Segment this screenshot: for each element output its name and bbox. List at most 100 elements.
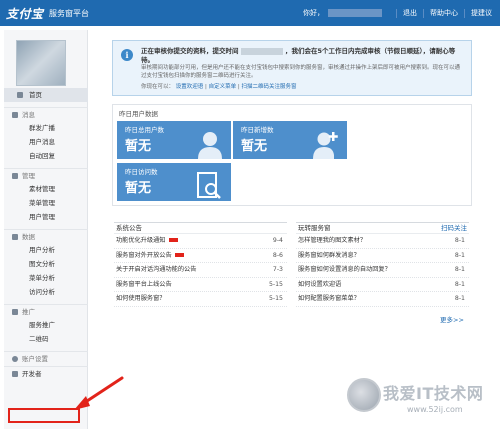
divider xyxy=(464,8,465,18)
submit-time-redacted xyxy=(240,47,283,55)
tip-date: 8-1 xyxy=(454,266,465,274)
scan-follow-link[interactable]: 扫码关注 xyxy=(441,223,467,234)
sidebar-item-menu-analysis[interactable]: 菜单分析 xyxy=(4,271,88,285)
sidebar-item-label: 服务推广 xyxy=(29,321,55,329)
notice-text: 你现在可以： xyxy=(141,84,175,90)
developer-icon xyxy=(12,371,18,377)
sidebar-item-auto-reply[interactable]: 自动回复 xyxy=(4,149,88,163)
sidebar-item-label: 账户设置 xyxy=(22,355,48,363)
list-item[interactable]: 服务窗如何群发消息？ 8-1 xyxy=(296,249,469,264)
sidebar-item-label: 用户消息 xyxy=(29,138,55,146)
sidebar-item-label: 用户管理 xyxy=(29,213,55,221)
sidebar-group-messages: 消息 xyxy=(4,107,88,121)
username-redacted xyxy=(328,9,382,17)
alipay-logo[interactable]: 支付宝 xyxy=(6,5,44,22)
list-item[interactable]: 功能优化升级通知 9-4 xyxy=(114,234,287,249)
tip-title: 怎样管理我的图文素材？ xyxy=(298,237,367,244)
tip-date: 8-1 xyxy=(454,280,465,288)
announcement-title: 关于开启对话沟通功能的公告 xyxy=(116,266,197,274)
sidebar-item-label: 素材管理 xyxy=(29,185,55,193)
watermark-logo-icon xyxy=(347,378,381,412)
stat-label: 昨日总用户数 xyxy=(125,126,164,134)
greeting: 你好， xyxy=(303,9,324,17)
feedback-link[interactable]: 提建议 xyxy=(471,8,492,18)
announcement-title: 服务窗对外开放公告 xyxy=(116,251,172,259)
announcement-title: 如何使用服务窗？ xyxy=(116,295,166,303)
sidebar-item-user-messages[interactable]: 用户消息 xyxy=(4,135,88,149)
section-title: 系统公告 xyxy=(116,224,142,232)
set-welcome-link[interactable]: 设置欢迎语 xyxy=(176,84,204,90)
sidebar-item-menu-manage[interactable]: 菜单管理 xyxy=(4,196,88,210)
announcement-title: 功能优化升级通知 xyxy=(116,237,166,244)
sidebar-item-qrcode[interactable]: 二维码 xyxy=(4,332,88,346)
tip-date: 8-1 xyxy=(454,251,465,259)
list-item[interactable]: 关于开启对话沟通功能的公告 7-3 xyxy=(114,263,287,278)
list-item[interactable]: 如何设置欢迎语 8-1 xyxy=(296,278,469,293)
tip-title: 服务窗如何设置消息的自动回复？ xyxy=(298,266,391,274)
sidebar-item-home[interactable]: 首页 xyxy=(4,88,88,102)
list-item[interactable]: 如何配置服务窗菜单？ 8-1 xyxy=(296,292,469,307)
announcement-date: 9-4 xyxy=(272,237,283,244)
sidebar-item-user-manage[interactable]: 用户管理 xyxy=(4,210,88,224)
watermark-text: 我爱IT技术网 xyxy=(383,384,484,403)
section-title: 玩转服务窗 xyxy=(298,224,331,232)
list-item[interactable]: 服务窗对外开放公告 8-6 xyxy=(114,249,287,264)
sidebar-item-account-settings[interactable]: 账户设置 xyxy=(4,351,88,365)
watermark-url: www.52ij.com xyxy=(407,405,463,414)
announcement-date: 5-15 xyxy=(268,280,283,288)
promote-icon xyxy=(12,309,18,315)
new-badge xyxy=(168,238,178,242)
stat-label: 昨日新增数 xyxy=(241,126,274,134)
list-item[interactable]: 如何使用服务窗？ 5-15 xyxy=(114,292,287,307)
site-watermark: 我爱IT技术网 www.52ij.com xyxy=(347,378,495,422)
sidebar-item-label: 菜单管理 xyxy=(29,199,55,207)
announcement-date: 7-3 xyxy=(272,266,283,274)
sidebar-group-label: 消息 xyxy=(22,111,35,119)
info-icon: i xyxy=(121,49,133,61)
tip-title: 如何配置服务窗菜单？ xyxy=(298,295,360,303)
more-link[interactable]: 更多>> xyxy=(440,314,464,324)
sidebar-group-promote: 推广 xyxy=(4,304,88,318)
help-center-link[interactable]: 帮助中心 xyxy=(430,8,458,18)
sidebar-nav: 首页 消息 群发广播 用户消息 自动回复 管理 素材管理 菜单管理 用户管理 数… xyxy=(4,88,88,380)
sidebar-item-user-analysis[interactable]: 用户分析 xyxy=(4,243,88,257)
avatar[interactable] xyxy=(16,40,66,86)
notice-headline: 正在审核你提交的资料，提交时间 ，我们会在5个工作日内完成审核（节假日顺延），请… xyxy=(141,47,461,65)
scan-qrcode-link[interactable]: 扫描二维码关注服务窗 xyxy=(242,84,297,90)
sidebar-item-broadcast[interactable]: 群发广播 xyxy=(4,121,88,135)
sidebar-item-label: 访问分析 xyxy=(29,288,55,296)
platform-title: 服务窗平台 xyxy=(49,9,89,18)
sidebar-item-label: 首页 xyxy=(29,91,42,99)
sidebar-item-service-promote[interactable]: 服务推广 xyxy=(4,318,88,332)
sidebar-group-manage: 管理 xyxy=(4,168,88,182)
stat-total-users: 昨日总用户数 暂无 xyxy=(117,121,231,159)
sidebar-item-materials[interactable]: 素材管理 xyxy=(4,182,88,196)
tip-title: 服务窗如何群发消息？ xyxy=(298,251,360,259)
stat-value: 暂无 xyxy=(125,181,152,196)
review-notice: i 正在审核你提交的资料，提交时间 ，我们会在5个工作日内完成审核（节假日顺延）… xyxy=(112,40,472,96)
announcement-date: 8-6 xyxy=(272,251,283,259)
sidebar-item-developer[interactable]: 开发者 xyxy=(4,366,88,380)
sidebar-item-visit-analysis[interactable]: 访问分析 xyxy=(4,285,88,299)
custom-menu-link[interactable]: 自定义菜单 xyxy=(209,84,237,90)
sidebar-group-label: 数据 xyxy=(22,233,35,241)
list-item[interactable]: 服务窗平台上线公告 5-15 xyxy=(114,278,287,293)
tips-header: 玩转服务窗 扫码关注 xyxy=(296,222,469,234)
divider xyxy=(423,8,424,18)
tip-date: 8-1 xyxy=(454,237,465,244)
service-tips: 玩转服务窗 扫码关注 怎样管理我的图文素材？ 8-1 服务窗如何群发消息？ 8-… xyxy=(296,222,469,307)
sidebar-item-label: 自动回复 xyxy=(29,152,55,160)
list-item[interactable]: 服务窗如何设置消息的自动回复？ 8-1 xyxy=(296,263,469,278)
user-icon xyxy=(198,132,222,159)
list-item[interactable]: 怎样管理我的图文素材？ 8-1 xyxy=(296,234,469,249)
sidebar-item-article-analysis[interactable]: 图文分析 xyxy=(4,257,88,271)
new-badge xyxy=(174,252,184,257)
developer-highlight-box xyxy=(8,408,80,423)
sidebar-item-label: 用户分析 xyxy=(29,246,55,254)
sidebar: 首页 消息 群发广播 用户消息 自动回复 管理 素材管理 菜单管理 用户管理 数… xyxy=(4,30,88,429)
top-bar: 支付宝 服务窗平台 你好， 退出 帮助中心 提建议 xyxy=(0,0,500,26)
sidebar-item-label: 开发者 xyxy=(22,370,42,378)
logout-link[interactable]: 退出 xyxy=(403,8,417,18)
system-announcements: 系统公告 功能优化升级通知 9-4 服务窗对外开放公告 8-6 关于开启对话沟通… xyxy=(114,222,287,307)
notice-description: 审核期间功能部分可用，但是用户还不能在支付宝钱包中搜索到你的服务窗，审核通过并操… xyxy=(141,65,461,79)
